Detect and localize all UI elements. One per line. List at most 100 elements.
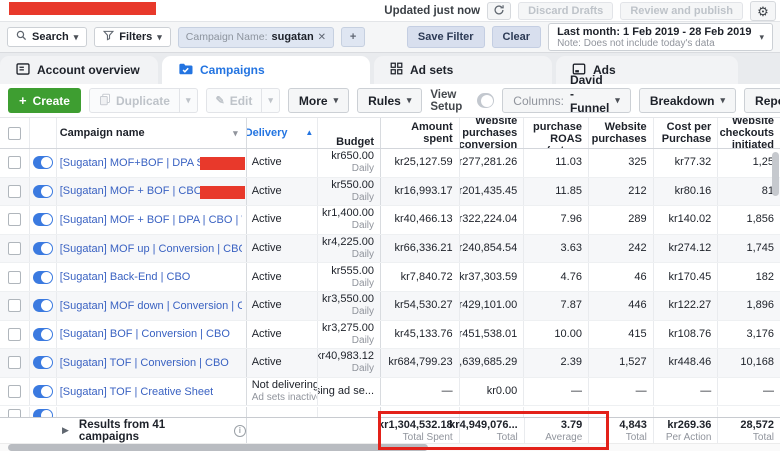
horizontal-scrollbar-thumb[interactable] (8, 444, 428, 451)
purchases-conversion-value: kr451,538.01 (460, 328, 518, 341)
campaign-name-link[interactable]: [Sugatan] MOF down | Conversion | CBO (60, 300, 242, 312)
clear-filter-button[interactable]: Clear (492, 26, 542, 48)
filter-chip-campaign-name[interactable]: Campaign Name: sugatan ✕ (178, 27, 334, 48)
total-amount-spent: kr1,304,532.18 Total Spent (381, 418, 460, 443)
column-header-campaign-name[interactable]: Campaign name ▾ (57, 118, 247, 148)
row-checkbox[interactable] (8, 185, 21, 198)
row-checkbox[interactable] (8, 328, 21, 341)
checkouts-initiated-value: — (763, 385, 774, 398)
edit-button[interactable]: ✎ Edit (206, 88, 263, 113)
column-header-purchases-conversion[interactable]: Website purchases conversion (460, 118, 525, 148)
row-checkbox[interactable] (8, 213, 21, 226)
checkouts-initiated-value: 3,176 (746, 328, 774, 341)
info-icon[interactable]: i (234, 425, 246, 437)
campaign-active-toggle[interactable] (33, 299, 53, 312)
table-row: [Sugatan] MOF + BOF | CBO | DPA UGC | Ac… (0, 178, 780, 207)
gear-icon: ⚙ (757, 5, 769, 18)
purchase-roas-value: — (571, 385, 582, 398)
campaign-active-toggle[interactable] (33, 356, 53, 369)
view-setup-toggle[interactable] (477, 93, 494, 108)
column-header-checkouts-initiated[interactable]: Website checkouts initiated (718, 118, 780, 148)
website-purchases-value: 212 (628, 185, 646, 198)
row-checkbox[interactable] (8, 299, 21, 312)
purchases-conversion-value: kr277,281.26 (460, 156, 518, 169)
filter-bar: Search ▾ Filters ▾ Campaign Name: sugata… (0, 21, 780, 53)
campaign-active-toggle[interactable] (33, 213, 53, 226)
campaign-active-toggle[interactable] (33, 156, 53, 169)
amount-spent-value: — (442, 385, 453, 398)
row-checkbox[interactable] (8, 356, 21, 369)
amount-spent-value: kr684,799.23 (388, 356, 452, 369)
campaign-active-toggle[interactable] (33, 385, 53, 398)
more-button[interactable]: More ▾ (288, 88, 349, 113)
campaign-name-link[interactable]: [Sugatan] MOF + BOF | DPA | CBO | Worldw… (60, 214, 242, 226)
budget-period: Daily (352, 249, 374, 261)
budget-period: Daily (352, 363, 374, 375)
table-row: [Sugatan] MOF up | Conversion | CBO Acti… (0, 235, 780, 264)
campaign-active-toggle[interactable] (33, 185, 53, 198)
campaign-active-toggle[interactable] (33, 328, 53, 341)
sort-ascending-icon: ▲ (305, 127, 313, 139)
review-publish-button[interactable]: Review and publish (620, 2, 743, 20)
expand-results-icon[interactable]: ▶ (62, 425, 69, 436)
filters-button[interactable]: Filters ▾ (94, 27, 171, 47)
checkouts-initiated-value: 1,896 (746, 299, 774, 312)
column-header-delivery[interactable]: Delivery ▲ (247, 118, 319, 148)
settings-button[interactable]: ⚙ (750, 1, 776, 21)
campaign-name-link[interactable]: [Sugatan] TOF | Creative Sheet (60, 386, 213, 398)
column-header-website-purchases[interactable]: Website purchases (589, 118, 654, 148)
tab-account-overview[interactable]: Account overview (0, 56, 158, 84)
table-body: [Sugatan] MOF+BOF | DPA Studio | CBO | A… (0, 149, 780, 406)
campaign-name-link[interactable]: [Sugatan] BOF | Conversion | CBO (60, 328, 230, 340)
purchase-roas-value: 11.85 (555, 185, 582, 198)
purchases-conversion-value: kr37,303.59 (460, 271, 518, 284)
column-header-amount-spent[interactable]: Amount spent (381, 118, 460, 148)
website-purchases-value: 242 (628, 242, 646, 255)
column-header-purchase-roas[interactable]: Website purchase ROAS (return (524, 118, 589, 148)
campaign-name-link[interactable]: [Sugatan] TOF | Conversion | CBO (60, 357, 229, 369)
row-checkbox[interactable] (8, 271, 21, 284)
row-checkbox[interactable] (8, 156, 21, 169)
edit-options-button[interactable]: ▾ (262, 88, 280, 113)
budget-period: Daily (352, 163, 374, 175)
search-button[interactable]: Search ▾ (7, 27, 87, 47)
close-icon[interactable]: ✕ (318, 32, 326, 43)
website-purchases-value: 46 (634, 271, 646, 284)
tab-ad-sets[interactable]: Ad sets (374, 56, 552, 84)
search-icon (16, 30, 27, 44)
website-purchases-value: 325 (628, 156, 646, 169)
reports-button[interactable]: Reports ▾ (744, 88, 780, 113)
vertical-scrollbar-thumb[interactable] (772, 152, 779, 196)
duplicate-button[interactable]: Duplicate (89, 88, 180, 113)
chevron-down-icon: ▾ (407, 96, 412, 105)
amount-spent-value: kr25,127.59 (395, 156, 453, 169)
duplicate-options-button[interactable]: ▾ (180, 88, 198, 113)
save-filter-button[interactable]: Save Filter (407, 26, 485, 48)
campaign-active-toggle[interactable] (33, 242, 53, 255)
refresh-button[interactable] (487, 2, 511, 20)
select-all-checkbox[interactable] (8, 127, 21, 140)
tab-campaigns[interactable]: Campaigns (162, 56, 370, 84)
column-header-cost-per-purchase[interactable]: Cost per Purchase (654, 118, 719, 148)
cost-per-purchase-value: kr122.27 (668, 299, 711, 312)
table-row-partial (0, 407, 780, 418)
campaign-name-link[interactable]: [Sugatan] MOF up | Conversion | CBO (60, 243, 242, 255)
campaign-name-link[interactable]: [Sugatan] Back-End | CBO (60, 271, 191, 283)
column-header-budget[interactable]: Budget (318, 118, 381, 148)
row-checkbox[interactable] (8, 242, 21, 255)
campaign-active-toggle[interactable] (33, 409, 53, 418)
rules-button[interactable]: Rules ▾ (357, 88, 422, 113)
columns-button[interactable]: Columns: David - Funnel 2 ▾ (502, 88, 631, 113)
budget-period: Daily (352, 220, 374, 232)
campaign-active-toggle[interactable] (33, 271, 53, 284)
checkouts-initiated-value: 10,168 (740, 356, 774, 369)
amount-spent-value: kr40,466.13 (395, 213, 453, 226)
create-button[interactable]: + Create (8, 88, 81, 113)
row-checkbox[interactable] (8, 385, 21, 398)
breakdown-button[interactable]: Breakdown ▾ (639, 88, 736, 113)
add-filter-button[interactable]: + (341, 27, 365, 47)
date-range-selector[interactable]: Last month: 1 Feb 2019 - 28 Feb 2019 Not… (548, 23, 773, 51)
discard-drafts-button[interactable]: Discard Drafts (518, 2, 613, 20)
row-checkbox[interactable] (8, 409, 21, 418)
average-cost-per-purchase: kr269.36 Per Action (654, 418, 719, 443)
